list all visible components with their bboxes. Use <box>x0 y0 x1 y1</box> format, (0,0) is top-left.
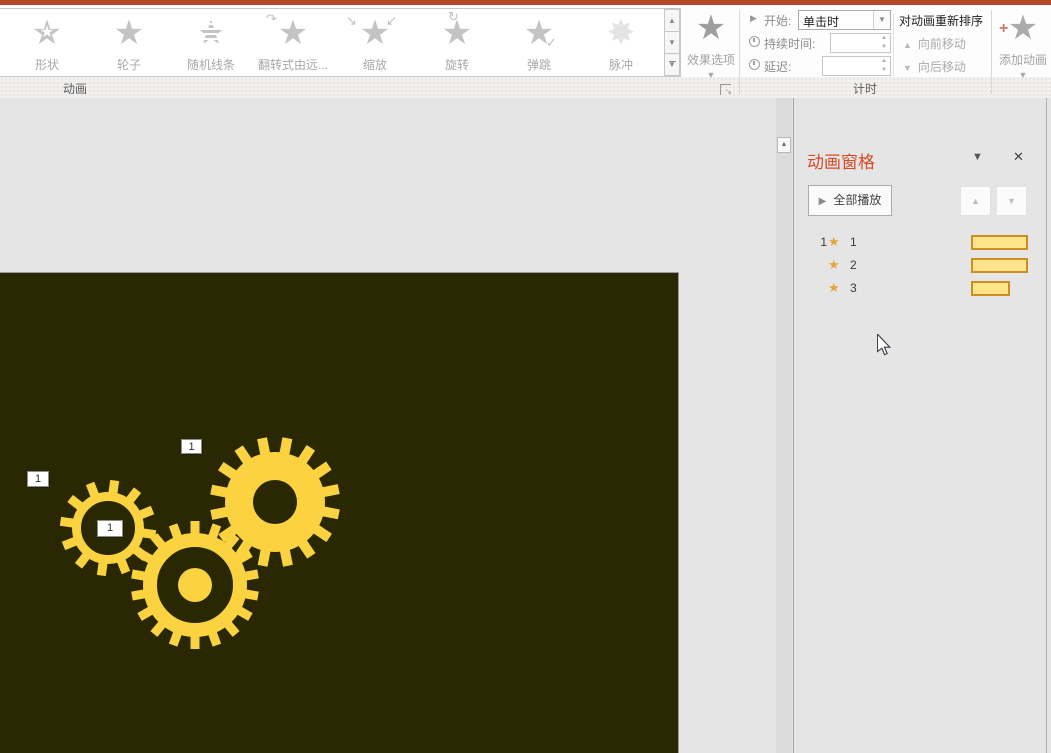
shape-star-icon: ★★ <box>6 12 88 54</box>
plus-icon: + <box>999 9 1008 49</box>
timeline-bar[interactable] <box>971 258 1028 273</box>
gallery-item-spin[interactable]: ★↻ 旋转 <box>416 10 498 74</box>
mouse-cursor <box>877 334 891 356</box>
delay-label: 延迟: <box>764 58 791 75</box>
group-label-animation: 动画 <box>0 80 150 97</box>
timeline-bar[interactable] <box>971 281 1010 296</box>
slide-scrollbar-track[interactable]: ▲ <box>776 98 792 753</box>
spinner-arrows-icon[interactable]: ▲▼ <box>878 34 890 52</box>
move-later-button[interactable]: ▼向后移动 <box>903 58 966 75</box>
animation-dialog-launcher[interactable]: ↘ <box>720 84 731 95</box>
fly-in-star-icon: ★↷ <box>252 12 334 54</box>
animation-number-tag[interactable]: 1 <box>27 471 49 487</box>
play-all-button[interactable]: ▶全部播放 <box>808 185 892 216</box>
delay-spinner[interactable]: ▲▼ <box>822 56 891 76</box>
gallery-item-bounce[interactable]: ★✓ 弹跳 <box>498 10 580 74</box>
zoom-star-icon: ★↘↙ <box>334 12 416 54</box>
animation-list-item[interactable]: ★ 3 <box>796 277 1046 300</box>
animation-pane-title: 动画窗格 <box>807 148 875 173</box>
gallery-item-zoom[interactable]: ★↘↙ 缩放 <box>334 10 416 74</box>
start-value: 单击时 <box>803 13 839 30</box>
pane-divider[interactable] <box>793 98 794 753</box>
wheel-star-icon: ★ <box>88 12 170 54</box>
start-combobox[interactable]: 单击时 ▼ <box>798 10 891 30</box>
gallery-item-random-bars[interactable]: ★ 随机线条 <box>170 10 252 74</box>
group-separator <box>739 10 740 94</box>
pane-close-icon[interactable]: ✕ <box>1013 149 1024 165</box>
animation-star-icon: ★ <box>828 257 840 273</box>
animation-star-icon: ★ <box>828 234 840 250</box>
gallery-scroll-down-button[interactable]: ▼ <box>664 31 680 54</box>
ribbon-group-label-strip: 动画 计时 <box>0 77 1051 98</box>
effect-options-star-icon: ★ <box>684 8 738 48</box>
gallery-item-shape[interactable]: ★★ 形状 <box>6 10 88 74</box>
animation-list-item[interactable]: ★ 2 <box>796 254 1046 277</box>
gallery-scroll-buttons: ▲ ▼ ▼ <box>664 9 680 76</box>
gears-graphic[interactable] <box>0 273 679 753</box>
separator <box>893 13 894 75</box>
spin-star-icon: ★↻ <box>416 12 498 54</box>
gallery-item-fly-in[interactable]: ★↷ 翻转式由远... <box>252 10 334 74</box>
animation-star-icon: ★ <box>828 280 840 296</box>
add-animation-button[interactable]: ★+ 添加动画 ▼ <box>995 8 1051 94</box>
start-play-icon: ▶ <box>750 13 757 24</box>
pane-move-up-button[interactable]: ▲ <box>960 186 991 216</box>
duration-clock-icon <box>749 36 760 47</box>
reorder-animation-title: 对动画重新排序 <box>899 12 983 29</box>
ribbon-animations-tab: 动画 计时 ★★ 形状 ★ 轮子 ★ 随机线条 ★↷ 翻转式由远... ★↘↙ <box>0 5 1051 98</box>
delay-clock-icon <box>749 59 760 70</box>
random-bars-star-icon: ★ <box>170 12 252 54</box>
combo-dropdown-icon[interactable]: ▼ <box>873 11 890 29</box>
add-animation-star-icon: ★+ <box>995 8 1051 48</box>
group-separator <box>991 10 992 94</box>
timeline-bar[interactable] <box>971 235 1028 250</box>
animation-list-item[interactable]: 1 ★ 1 <box>796 231 1046 254</box>
move-earlier-button[interactable]: ▲向前移动 <box>903 35 966 52</box>
duration-label: 持续时间: <box>764 35 815 52</box>
triangle-down-icon: ▼ <box>903 63 912 73</box>
play-icon: ▶ <box>819 196 827 207</box>
gallery-more-button[interactable]: ▼ <box>664 53 680 76</box>
chevron-down-icon: ▼ <box>684 70 738 80</box>
animation-effects-gallery: ★★ 形状 ★ 轮子 ★ 随机线条 ★↷ 翻转式由远... ★↘↙ 缩放 ★↻ … <box>0 8 681 77</box>
gallery-scroll-up-button[interactable]: ▲ <box>664 9 680 32</box>
powerpoint-window: 动画 计时 ★★ 形状 ★ 轮子 ★ 随机线条 ★↷ 翻转式由远... ★↘↙ <box>0 0 1051 753</box>
start-label: 开始: <box>764 12 791 29</box>
gallery-item-pulse[interactable]: ✸ 脉冲 <box>580 10 662 74</box>
pane-menu-chevron-icon[interactable]: ▼ <box>972 151 983 163</box>
animation-number-tag[interactable]: 1 <box>97 520 123 537</box>
triangle-up-icon: ▲ <box>903 40 912 50</box>
slide[interactable]: 1 1 1 <box>0 272 679 753</box>
duration-spinner[interactable]: ▲▼ <box>830 33 891 53</box>
scrollbar-up-button[interactable]: ▲ <box>777 137 791 153</box>
group-label-timing: 计时 <box>739 80 991 97</box>
pane-move-down-button[interactable]: ▼ <box>996 186 1027 216</box>
bounce-star-icon: ★✓ <box>498 12 580 54</box>
chevron-down-icon: ▼ <box>995 70 1051 80</box>
animation-number-tag[interactable]: 1 <box>181 439 202 454</box>
spinner-arrows-icon[interactable]: ▲▼ <box>878 57 890 75</box>
pulse-star-icon: ✸ <box>580 12 662 54</box>
editing-canvas: 1 1 1 ▲ 动画窗格 ▼ ✕ ▶全部播放 ▲ ▼ 1 ★ 1 <box>0 98 1051 753</box>
animation-pane: 动画窗格 ▼ ✕ ▶全部播放 ▲ ▼ 1 ★ 1 ★ 2 ★ <box>796 98 1047 753</box>
effect-options-button[interactable]: ★ 效果选项 ▼ <box>684 8 738 77</box>
gallery-item-wheel[interactable]: ★ 轮子 <box>88 10 170 74</box>
